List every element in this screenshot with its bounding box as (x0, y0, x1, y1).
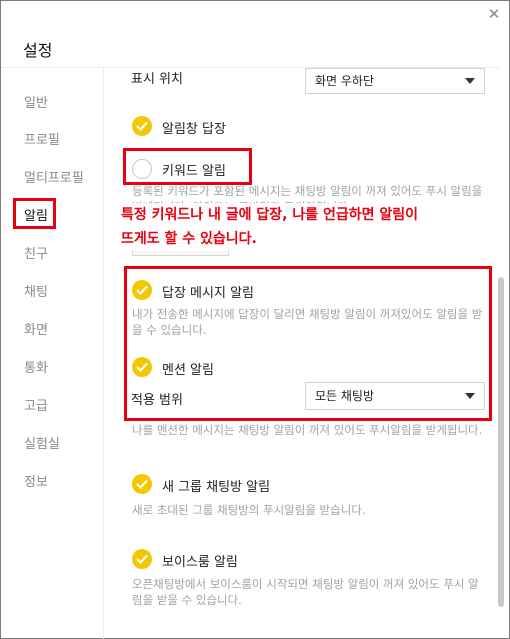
sidebar-item-labs[interactable]: 실험실 (24, 433, 60, 452)
display-position-label: 표시 위치 (131, 72, 183, 87)
sidebar-item-display[interactable]: 화면 (24, 319, 48, 338)
annotation-text: 특정 키워드나 내 글에 답장, 나를 언급하면 알림이 뜨게도 할 수 있습니… (121, 203, 493, 251)
reply-message-description: 내가 전송한 메시지에 답장이 달리면 채팅방 알림이 꺼져있어도 알림을 받을… (132, 307, 483, 337)
mention-label: 멘션 알림 (162, 363, 214, 378)
sidebar: 일반 프로필 멀티프로필 알림 친구 채팅 화면 통화 고급 실험실 정보 (1, 67, 104, 639)
new-group-chat-label: 새 그룹 채팅방 알림 (162, 480, 271, 495)
reply-in-popup-checkbox[interactable] (132, 116, 152, 136)
sidebar-item-general[interactable]: 일반 (24, 92, 48, 111)
reply-in-popup-label: 알림창 답장 (162, 122, 226, 137)
mention-scope-value: 모든 채팅방 (315, 389, 375, 403)
notification-settings-panel: 표시 위치 화면 우하단 알림창 답장 키워드 알림 등록된 키워드가 포함된 … (105, 67, 499, 639)
mention-scope-label: 적용 범위 (131, 393, 183, 408)
sidebar-item-friends[interactable]: 친구 (24, 243, 48, 262)
sidebar-item-multiprofile[interactable]: 멀티프로필 (24, 167, 84, 186)
annotation-line-2: 뜨게도 할 수 있습니다. (121, 231, 257, 247)
check-icon (136, 362, 148, 372)
new-group-chat-description: 새로 초대된 그룹 채팅방의 푸시알림을 받습니다. (132, 503, 366, 517)
sidebar-active-highlight-box (13, 198, 56, 229)
scrollbar[interactable] (497, 67, 505, 639)
sidebar-item-calls[interactable]: 통화 (24, 357, 48, 376)
display-position-value: 화면 우하단 (315, 74, 375, 88)
window-title: 설정 (23, 41, 53, 60)
display-position-select[interactable]: 화면 우하단 (305, 68, 485, 94)
check-icon (136, 479, 148, 489)
voiceroom-description: 오픈채팅방에서 보이스룸이 시작되면 채팅방 알림이 꺼져 있어도 푸시 알림을… (132, 577, 479, 607)
check-icon (136, 285, 148, 295)
close-icon[interactable]: ✕ (485, 5, 503, 23)
keyword-notification-checkbox[interactable] (132, 159, 152, 179)
keyword-notification-label: 키워드 알림 (162, 164, 226, 179)
mention-description: 나를 멘션한 메시지는 채팅방 알림이 꺼져 있어도 푸시알림을 받게됩니다. (132, 423, 483, 437)
sidebar-item-chats[interactable]: 채팅 (24, 281, 48, 300)
mention-scope-select[interactable]: 모든 채팅방 (305, 382, 485, 410)
sidebar-item-advanced[interactable]: 고급 (24, 395, 48, 414)
check-icon (136, 121, 148, 131)
voiceroom-label: 보이스룸 알림 (162, 555, 238, 570)
chevron-down-icon (465, 393, 475, 399)
scrollbar-thumb[interactable] (498, 277, 504, 607)
settings-window: ✕ 설정 일반 프로필 멀티프로필 알림 친구 채팅 화면 통화 고급 실험실 … (0, 0, 510, 639)
sidebar-item-info[interactable]: 정보 (24, 471, 48, 490)
check-icon (136, 554, 148, 564)
chevron-down-icon (465, 78, 475, 84)
reply-message-label: 답장 메시지 알림 (162, 286, 254, 301)
new-group-chat-checkbox[interactable] (132, 474, 152, 494)
annotation-line-1: 특정 키워드나 내 글에 답장, 나를 언급하면 알림이 (121, 207, 419, 223)
voiceroom-checkbox[interactable] (132, 549, 152, 569)
reply-message-checkbox[interactable] (132, 280, 152, 300)
sidebar-item-profile[interactable]: 프로필 (24, 129, 60, 148)
mention-checkbox[interactable] (132, 357, 152, 377)
